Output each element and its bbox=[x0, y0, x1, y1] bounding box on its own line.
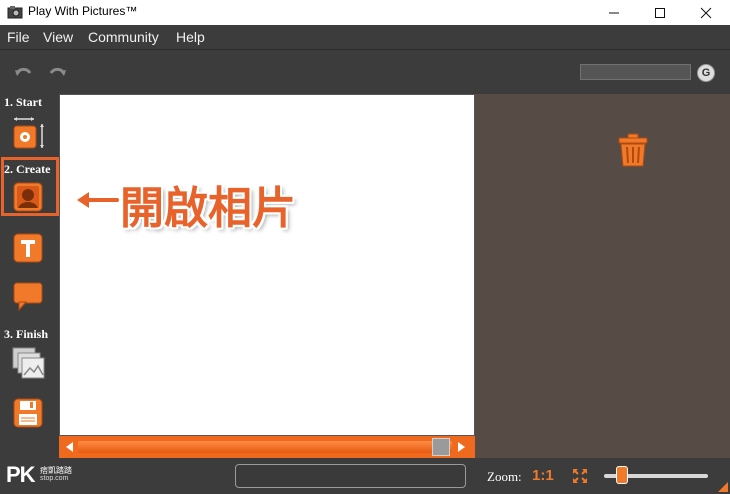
arrow-right-icon bbox=[458, 442, 465, 452]
scroll-right-button[interactable] bbox=[455, 439, 469, 455]
window-title: Play With Pictures™ bbox=[28, 4, 138, 18]
zoom-actual-size-button[interactable]: 1:1 bbox=[532, 467, 554, 484]
zoom-label: Zoom: bbox=[487, 469, 522, 484]
close-button[interactable] bbox=[683, 0, 729, 25]
search-input[interactable] bbox=[580, 64, 691, 80]
gallery-icon[interactable] bbox=[12, 347, 45, 380]
app-camera-icon bbox=[7, 6, 23, 19]
toolbar: G bbox=[0, 49, 730, 95]
speech-bubble-icon[interactable] bbox=[13, 281, 43, 311]
scroll-left-button[interactable] bbox=[63, 439, 77, 455]
status-bar: PK 痞凱踏踏 stop.com Zoom: 1:1 bbox=[0, 458, 730, 494]
status-message-field bbox=[235, 464, 466, 488]
scrollbar-thumb[interactable] bbox=[432, 438, 450, 456]
pk-logo: PK bbox=[6, 462, 36, 487]
minimize-icon bbox=[609, 12, 619, 13]
step-create-label: 2. Create bbox=[4, 162, 51, 176]
menu-file[interactable]: File bbox=[7, 29, 30, 45]
close-icon bbox=[700, 7, 712, 18]
annotation-label: 開啟相片 bbox=[120, 183, 296, 234]
pk-logo-domain: stop.com bbox=[40, 475, 69, 482]
zoom-fit-icon[interactable] bbox=[572, 468, 588, 484]
undo-icon[interactable] bbox=[14, 65, 34, 81]
arrow-left-icon bbox=[66, 442, 73, 452]
open-picture-icon[interactable] bbox=[13, 182, 43, 212]
menu-help[interactable]: Help bbox=[176, 29, 205, 45]
redo-icon[interactable] bbox=[47, 65, 67, 81]
menu-view[interactable]: View bbox=[43, 29, 73, 45]
picture-canvas[interactable] bbox=[59, 94, 475, 436]
step-finish-label: 3. Finish bbox=[4, 327, 49, 341]
steps-panel: 1. Start 2. Create 3. Finish bbox=[0, 94, 59, 458]
trash-icon[interactable] bbox=[617, 133, 649, 167]
title-bar: Play With Pictures™ bbox=[0, 0, 730, 25]
scrollbar-track[interactable] bbox=[78, 441, 452, 453]
properties-panel bbox=[475, 94, 730, 458]
text-tool-icon[interactable] bbox=[13, 233, 43, 263]
minimize-button[interactable] bbox=[591, 0, 637, 25]
zoom-slider-thumb[interactable] bbox=[616, 466, 628, 484]
resize-grip[interactable] bbox=[718, 482, 728, 492]
horizontal-scrollbar[interactable] bbox=[59, 436, 475, 458]
save-icon[interactable] bbox=[13, 398, 43, 428]
community-g-button[interactable]: G bbox=[697, 64, 715, 82]
maximize-icon bbox=[655, 7, 665, 18]
step-start-label: 1. Start bbox=[4, 95, 42, 109]
maximize-button[interactable] bbox=[637, 0, 683, 25]
menu-bar: File View Community Help bbox=[0, 25, 730, 49]
annotation-arrow-icon bbox=[74, 189, 120, 211]
resize-canvas-icon[interactable] bbox=[12, 116, 46, 150]
menu-community[interactable]: Community bbox=[88, 29, 159, 45]
